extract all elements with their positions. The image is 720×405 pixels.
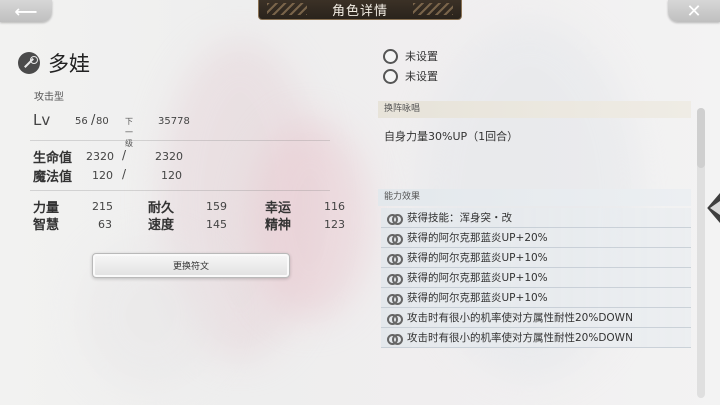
hp-max: 2320: [155, 150, 183, 163]
link-icon: [387, 233, 403, 245]
level-label: Lv: [33, 111, 51, 129]
close-icon: ✕: [686, 0, 702, 22]
mp-max: 120: [161, 169, 182, 182]
ability-text: 获得的阿尔克那蓝炎UP+20%: [407, 232, 548, 244]
hp-slash: /: [122, 148, 127, 162]
setting-slot-2[interactable]: 未设置: [383, 68, 438, 84]
stat-label-int: 智慧: [33, 218, 60, 233]
mp-current: 120: [92, 169, 113, 182]
back-arrow-icon: ⟵: [14, 1, 38, 21]
formation-chant-text: 自身力量30%UP（1回合）: [384, 130, 519, 143]
stat-value-spd: 145: [206, 218, 227, 231]
setting-slot-label: 未设置: [405, 50, 438, 63]
formation-chant-header: 换阵咏唱: [378, 101, 691, 118]
level-max: 80: [96, 116, 109, 127]
character-name: 多娃: [48, 52, 90, 76]
link-icon: [387, 273, 403, 285]
ability-text: 获得的阿尔克那蓝炎UP+10%: [407, 252, 548, 264]
ability-list: 获得技能：浑身突・改 获得的阿尔克那蓝炎UP+20% 获得的阿尔克那蓝炎UP+1…: [381, 208, 691, 348]
ability-text: 获得的阿尔克那蓝炎UP+10%: [407, 272, 548, 284]
link-icon: [387, 253, 403, 265]
back-button[interactable]: ⟵: [0, 0, 52, 22]
link-icon: [387, 333, 403, 345]
divider: [30, 140, 330, 141]
ability-item: 攻击时有很小的机率使对方属性耐性20%DOWN: [381, 308, 691, 328]
radio-icon[interactable]: [383, 48, 398, 64]
level-current: 56: [75, 116, 88, 127]
stat-value-int: 63: [98, 218, 112, 231]
radio-icon[interactable]: [383, 68, 398, 84]
link-icon: [387, 293, 403, 305]
title-plate: 角色详情: [258, 0, 462, 20]
hp-current: 2320: [86, 150, 114, 163]
ability-text: 攻击时有很小的机率使对方属性耐性20%DOWN: [407, 312, 633, 324]
ability-item: 攻击时有很小的机率使对方属性耐性20%DOWN: [381, 328, 691, 348]
stat-value-end: 159: [206, 200, 227, 213]
next-level-exp: 35778: [158, 116, 190, 127]
scrollbar-thumb[interactable]: [697, 108, 705, 168]
stat-value-str: 215: [92, 200, 113, 213]
ability-item: 获得技能：浑身突・改: [381, 208, 691, 228]
bow-class-icon: [18, 52, 40, 74]
ability-text: 攻击时有很小的机率使对方属性耐性20%DOWN: [407, 332, 633, 344]
setting-slot-label: 未设置: [405, 70, 438, 83]
stat-value-spi: 123: [324, 218, 345, 231]
level-slash: /: [91, 113, 96, 128]
stat-value-luk: 116: [324, 200, 345, 213]
ability-item: 获得的阿尔克那蓝炎UP+10%: [381, 288, 691, 308]
ability-item: 获得的阿尔克那蓝炎UP+20%: [381, 228, 691, 248]
ability-text: 获得技能：浑身突・改: [407, 212, 512, 224]
next-level-label: 下一级: [125, 117, 133, 148]
close-button[interactable]: ✕: [668, 0, 720, 22]
ability-effects-header: 能力效果: [378, 189, 691, 206]
divider: [30, 190, 330, 191]
link-icon: [387, 313, 403, 325]
setting-slot-1[interactable]: 未设置: [383, 48, 438, 64]
ability-item: 获得的阿尔克那蓝炎UP+10%: [381, 268, 691, 288]
stat-label-spd: 速度: [148, 218, 175, 233]
page-title: 角色详情: [331, 4, 388, 19]
ability-item: 获得的阿尔克那蓝炎UP+10%: [381, 248, 691, 268]
link-icon: [387, 213, 403, 225]
hp-label: 生命值: [33, 151, 73, 166]
character-name-row: 多娃: [18, 48, 90, 78]
scrollbar[interactable]: [697, 108, 705, 398]
mp-slash: /: [122, 167, 127, 181]
mp-label: 魔法值: [33, 170, 73, 185]
ability-text: 获得的阿尔克那蓝炎UP+10%: [407, 292, 548, 304]
character-type: 攻击型: [34, 92, 64, 103]
stat-label-spi: 精神: [265, 218, 292, 233]
change-rune-button[interactable]: 更换符文: [92, 253, 290, 278]
